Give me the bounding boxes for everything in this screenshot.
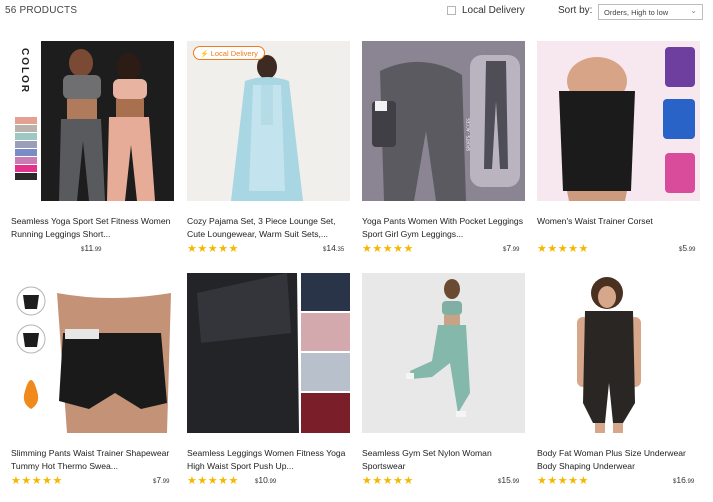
rating-stars: ★★★★★ — [11, 475, 63, 487]
chevron-down-icon: ⌄ — [690, 6, 697, 15]
product-image[interactable]: SPORTS · ACCES — [362, 41, 525, 201]
product-title[interactable]: Cozy Pajama Set, 3 Piece Lounge Set, Cut… — [187, 215, 350, 241]
product-title[interactable]: Women's Waist Trainer Corset — [537, 215, 700, 241]
color-label: COLOR — [19, 48, 30, 95]
rating-stars: ★★★★★ — [187, 243, 239, 255]
local-delivery-checkbox[interactable] — [447, 6, 456, 15]
product-image[interactable]: ⚡ Local Delivery — [187, 41, 350, 201]
product-title[interactable]: Seamless Gym Set Nylon Woman Sportswear — [362, 447, 525, 473]
sort-value: Orders, High to low — [604, 8, 669, 17]
product-image[interactable] — [11, 273, 174, 433]
local-delivery-filter[interactable]: Local Delivery — [447, 5, 525, 16]
product-title[interactable]: Slimming Pants Waist Trainer Shapewear T… — [11, 447, 174, 473]
product-price: $10.99 — [255, 475, 277, 485]
product-image[interactable] — [187, 273, 350, 433]
product-price: $7.99 — [503, 243, 520, 253]
product-price: $5.99 — [679, 243, 696, 253]
product-title[interactable]: Yoga Pants Women With Pocket Leggings Sp… — [362, 215, 525, 241]
product-price: $14.35 — [323, 243, 345, 253]
product-count: 56 PRODUCTS — [5, 5, 78, 16]
product-title[interactable]: Seamless Yoga Sport Set Fitness Women Ru… — [11, 215, 174, 241]
rating-stars: ★★★★★ — [537, 475, 589, 487]
rating-stars: ★★★★★ — [362, 475, 414, 487]
rating-stars: ★★★★★ — [537, 243, 589, 255]
product-title[interactable]: Body Fat Woman Plus Size Underwear Body … — [537, 447, 700, 473]
svg-text:SPORTS · ACCES: SPORTS · ACCES — [466, 118, 471, 151]
product-price: $11.99 — [81, 243, 102, 253]
product-image[interactable] — [537, 273, 700, 433]
local-delivery-label: Local Delivery — [462, 5, 525, 16]
rating-stars: ★★★★★ — [362, 243, 414, 255]
local-delivery-badge: ⚡ Local Delivery — [193, 46, 265, 60]
product-price: $16.99 — [673, 475, 695, 485]
sort-label: Sort by: — [558, 5, 593, 16]
product-price: $15.99 — [498, 475, 520, 485]
sort-select[interactable]: Orders, High to low ⌄ — [598, 4, 703, 20]
lightning-icon: ⚡ — [200, 51, 209, 58]
rating-stars: ★★★★★ — [187, 475, 239, 487]
product-price: $7.99 — [153, 475, 170, 485]
product-title[interactable]: Seamless Leggings Women Fitness Yoga Hig… — [187, 447, 350, 473]
product-image[interactable] — [537, 41, 700, 201]
toolbar: 56 PRODUCTS Local Delivery Sort by: Orde… — [0, 0, 713, 26]
product-image[interactable] — [362, 273, 525, 433]
